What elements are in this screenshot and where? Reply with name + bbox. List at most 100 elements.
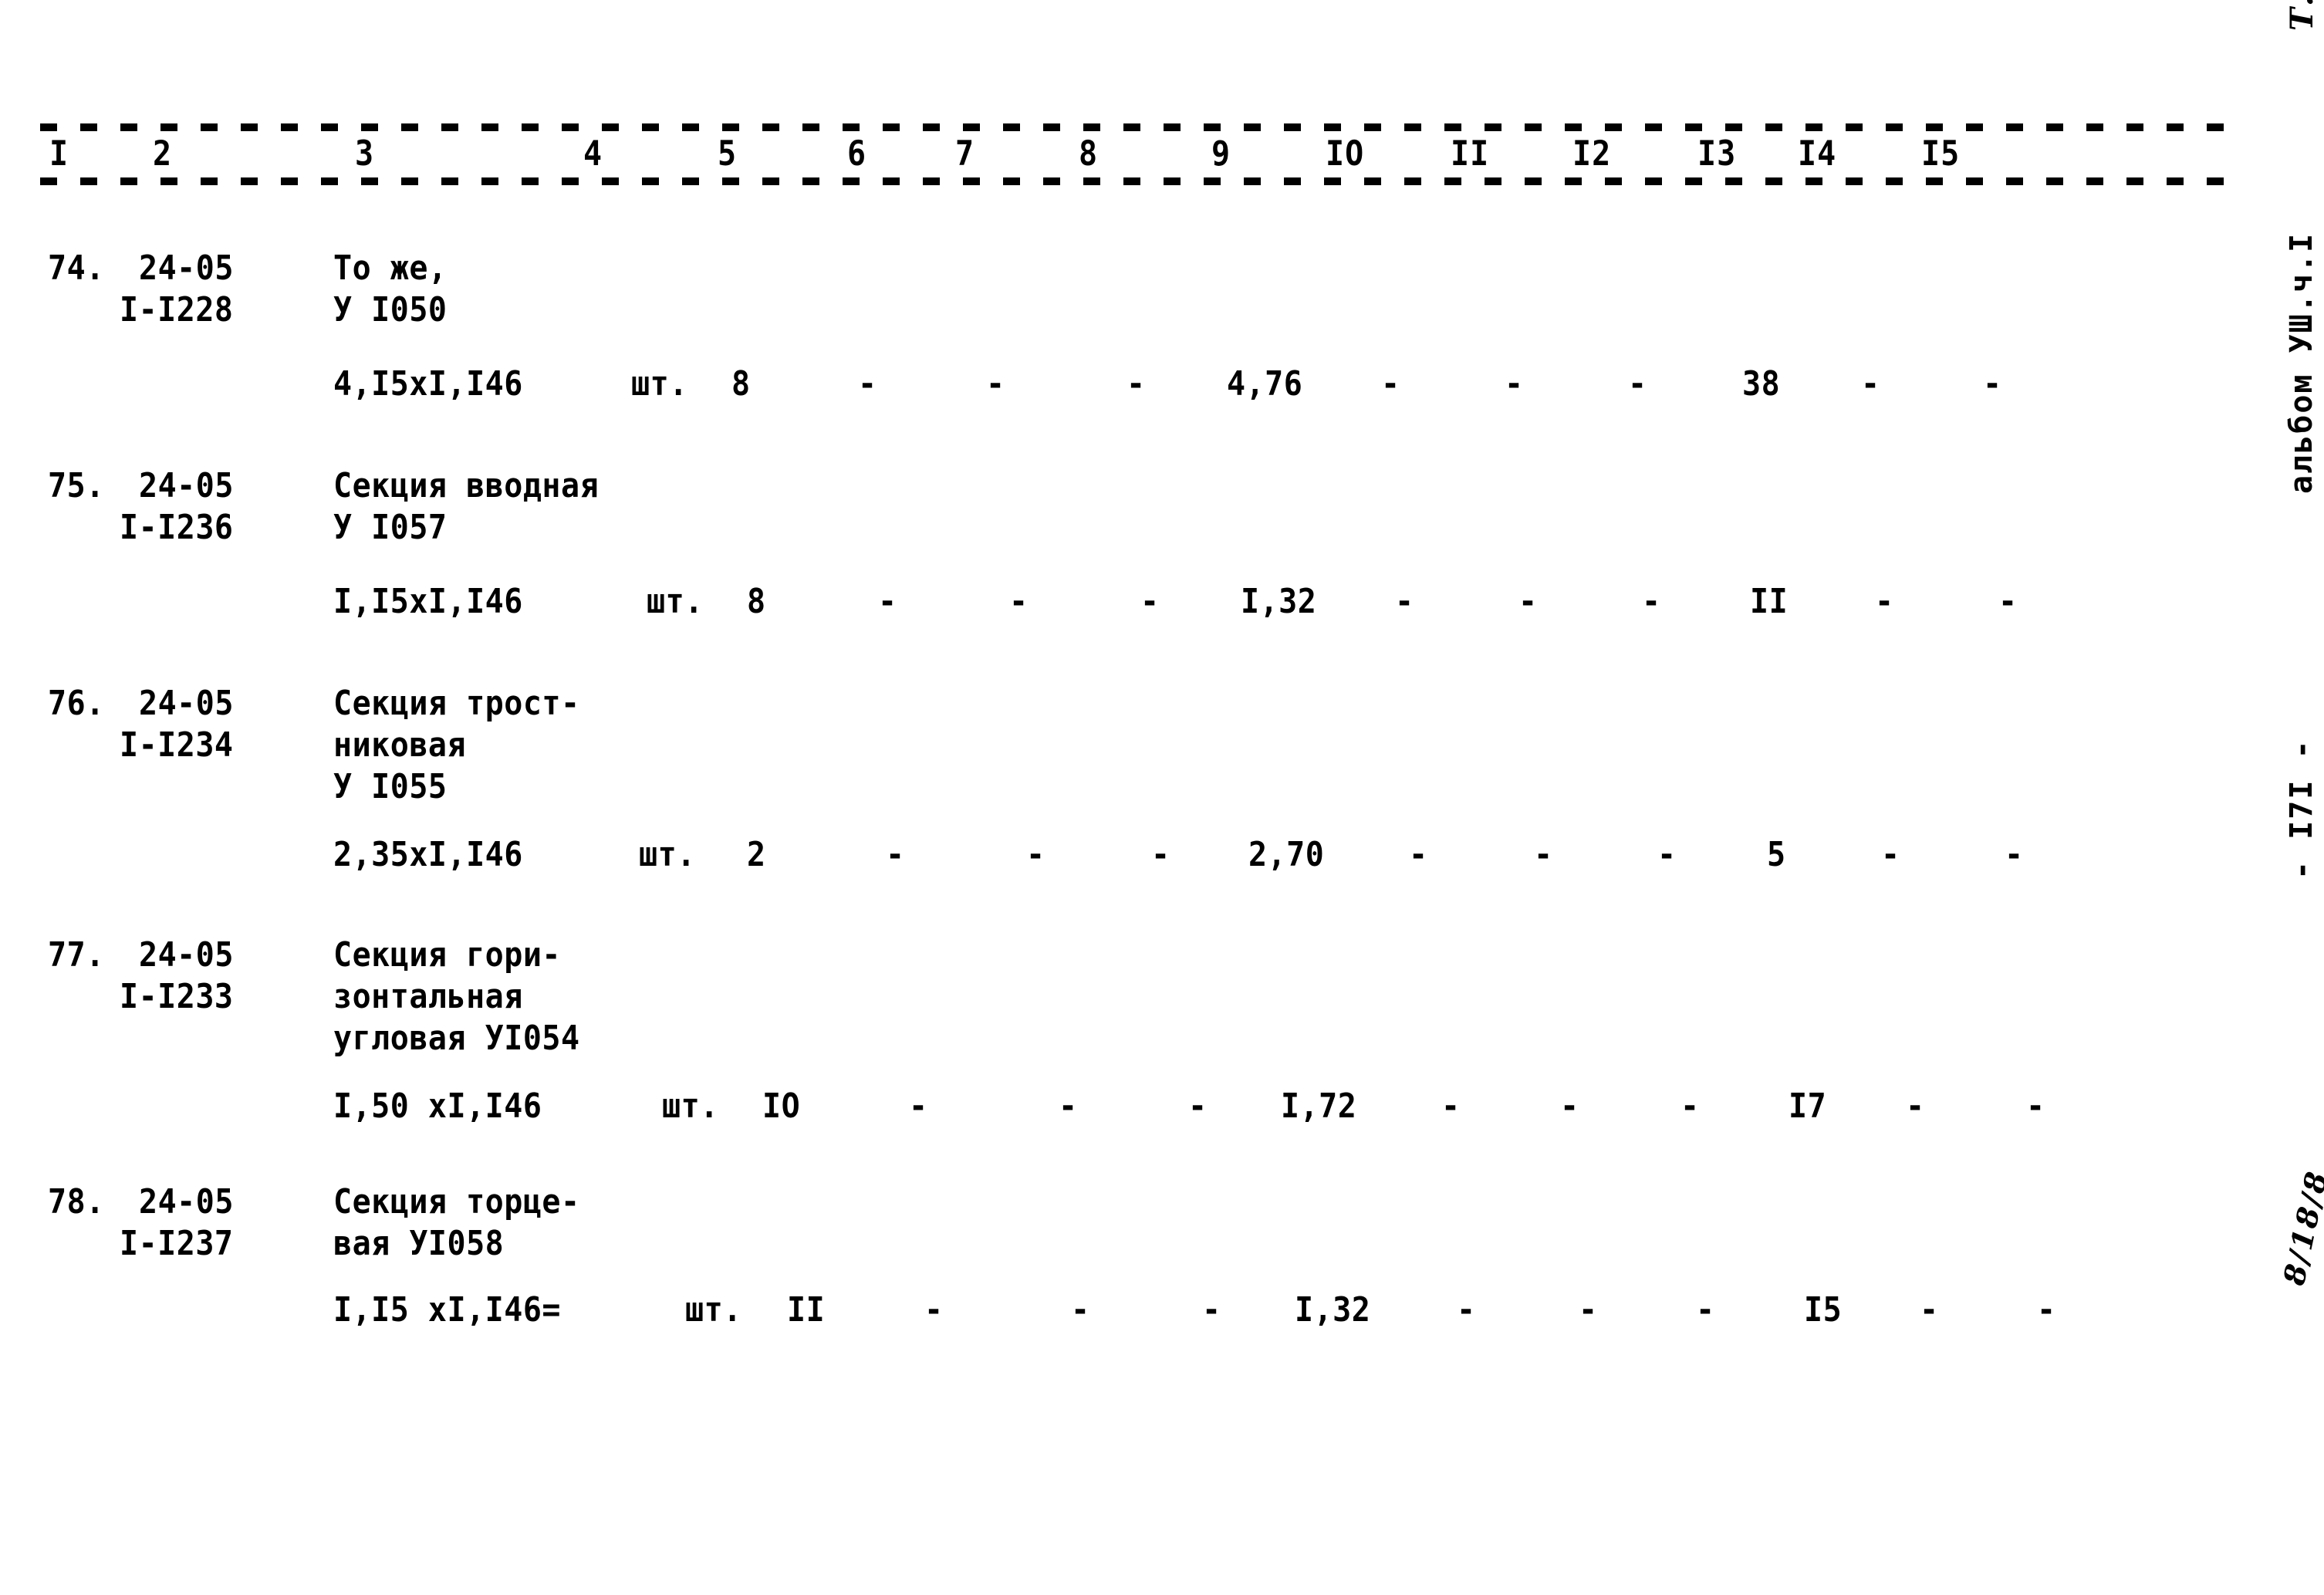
row-col15-dash: - xyxy=(2037,1290,2056,1330)
column-header-12: I2 xyxy=(1572,133,1612,174)
row-code-line-1: 24-05 xyxy=(139,466,234,505)
row-col12-dash: - xyxy=(1681,1086,1700,1126)
row-col5-dash: - xyxy=(878,582,897,621)
row-desc-line-1: Секция вводная xyxy=(333,466,600,505)
row-total: 5 xyxy=(1767,835,1786,874)
row-code-line-2: I-I237 xyxy=(120,1224,234,1263)
row-code-line-2: I-I236 xyxy=(120,508,234,547)
row-col5-dash: - xyxy=(886,835,905,874)
column-header-11: II xyxy=(1451,133,1490,174)
row-unit: шт. xyxy=(662,1086,719,1126)
row-col10-dash: - xyxy=(1457,1290,1476,1330)
document-series-label: Т.П. 503-4-13 xyxy=(2284,0,2320,31)
row-desc-line-2: У I057 xyxy=(333,508,448,547)
row-qty: 8 xyxy=(731,364,751,404)
row-col10-dash: - xyxy=(1441,1086,1461,1126)
row-mass: I,32 xyxy=(1295,1290,1371,1330)
column-header-6: 6 xyxy=(847,133,867,174)
row-dimension: I,50 xI,I46 xyxy=(333,1086,542,1126)
column-header-10: IO xyxy=(1326,133,1365,174)
row-col14-dash: - xyxy=(1881,835,1900,874)
row-unit: шт. xyxy=(631,364,688,404)
column-header-5: 5 xyxy=(718,133,738,174)
row-code-line-2: I-I228 xyxy=(120,290,234,329)
row-desc-line-1: То же, xyxy=(333,248,448,288)
row-col7-dash: - xyxy=(1188,1086,1208,1126)
row-qty: 8 xyxy=(747,582,766,621)
row-col5-dash: - xyxy=(909,1086,928,1126)
row-dimension: I,I5 xI,I46= xyxy=(333,1290,561,1330)
row-desc-line-3: угловая УI054 xyxy=(333,1019,580,1058)
row-code-line-2: I-I234 xyxy=(120,725,234,765)
row-col5-dash: - xyxy=(858,364,877,404)
row-total: 38 xyxy=(1742,364,1781,404)
row-qty: IO xyxy=(762,1086,801,1126)
column-header-9: 9 xyxy=(1211,133,1231,174)
scanned-table-page: I 2 3 4 5 6 7 8 9 IO II I2 I3 I4 I5 74. … xyxy=(0,0,2324,1595)
row-total: I5 xyxy=(1804,1290,1843,1330)
column-header-4: 4 xyxy=(583,133,603,174)
row-col14-dash: - xyxy=(1906,1086,1925,1126)
row-mass: I,72 xyxy=(1281,1086,1357,1126)
row-desc-line-1: Секция гори- xyxy=(333,935,561,975)
row-col10-dash: - xyxy=(1409,835,1428,874)
row-desc-line-2: зонтальная xyxy=(333,977,523,1016)
row-col6-dash: - xyxy=(1009,582,1029,621)
row-col14-dash: - xyxy=(1875,582,1894,621)
row-col15-dash: - xyxy=(2026,1086,2045,1126)
row-col12-dash: - xyxy=(1642,582,1661,621)
row-col7-dash: - xyxy=(1127,364,1146,404)
row-col12-dash: - xyxy=(1696,1290,1715,1330)
row-col6-dash: - xyxy=(1059,1086,1078,1126)
row-code-line-1: 24-05 xyxy=(139,935,234,975)
row-code-line-1: 24-05 xyxy=(139,248,234,288)
row-mass: I,32 xyxy=(1241,582,1317,621)
row-mass: 4,76 xyxy=(1227,364,1303,404)
row-col14-dash: - xyxy=(1861,364,1880,404)
column-header-14: I4 xyxy=(1798,133,1837,174)
row-col11-dash: - xyxy=(1518,582,1538,621)
column-header-1: I xyxy=(49,133,69,174)
row-desc-line-1: Секция торце- xyxy=(333,1182,580,1222)
row-col6-dash: - xyxy=(1026,835,1045,874)
row-total: I7 xyxy=(1789,1086,1827,1126)
row-code-line-1: 24-05 xyxy=(139,1182,234,1222)
row-col15-dash: - xyxy=(2005,835,2024,874)
column-header-7: 7 xyxy=(955,133,975,174)
row-col11-dash: - xyxy=(1560,1086,1579,1126)
row-col12-dash: - xyxy=(1657,835,1677,874)
row-desc-line-2: У I050 xyxy=(333,290,448,329)
row-code-line-1: 24-05 xyxy=(139,684,234,723)
row-index: 75. xyxy=(48,466,105,505)
row-col5-dash: - xyxy=(924,1290,944,1330)
row-unit: шт. xyxy=(647,582,704,621)
header-rule-bottom xyxy=(40,177,2231,185)
row-col14-dash: - xyxy=(1920,1290,1939,1330)
row-code-line-2: I-I233 xyxy=(120,977,234,1016)
row-desc-line-1: Секция трост- xyxy=(333,684,580,723)
row-col7-dash: - xyxy=(1202,1290,1221,1330)
row-index: 74. xyxy=(48,248,105,288)
column-header-15: I5 xyxy=(1921,133,1961,174)
row-col15-dash: - xyxy=(1998,582,2018,621)
column-header-3: 3 xyxy=(355,133,375,174)
row-desc-line-2: вая УI058 xyxy=(333,1224,505,1263)
row-desc-line-2: никовая xyxy=(333,725,467,765)
row-col7-dash: - xyxy=(1140,582,1160,621)
row-qty: II xyxy=(787,1290,826,1330)
column-header-2: 2 xyxy=(153,133,173,174)
row-col12-dash: - xyxy=(1628,364,1647,404)
row-index: 78. xyxy=(48,1182,105,1222)
row-total: II xyxy=(1750,582,1789,621)
row-col11-dash: - xyxy=(1579,1290,1598,1330)
row-col10-dash: - xyxy=(1395,582,1414,621)
row-unit: шт. xyxy=(639,835,696,874)
row-col6-dash: - xyxy=(1071,1290,1090,1330)
column-header-13: I3 xyxy=(1697,133,1737,174)
row-index: 76. xyxy=(48,684,105,723)
row-qty: 2 xyxy=(747,835,766,874)
row-col11-dash: - xyxy=(1505,364,1524,404)
row-dimension: I,I5xI,I46 xyxy=(333,582,523,621)
row-dimension: 4,I5xI,I46 xyxy=(333,364,523,404)
row-unit: шт. xyxy=(685,1290,742,1330)
